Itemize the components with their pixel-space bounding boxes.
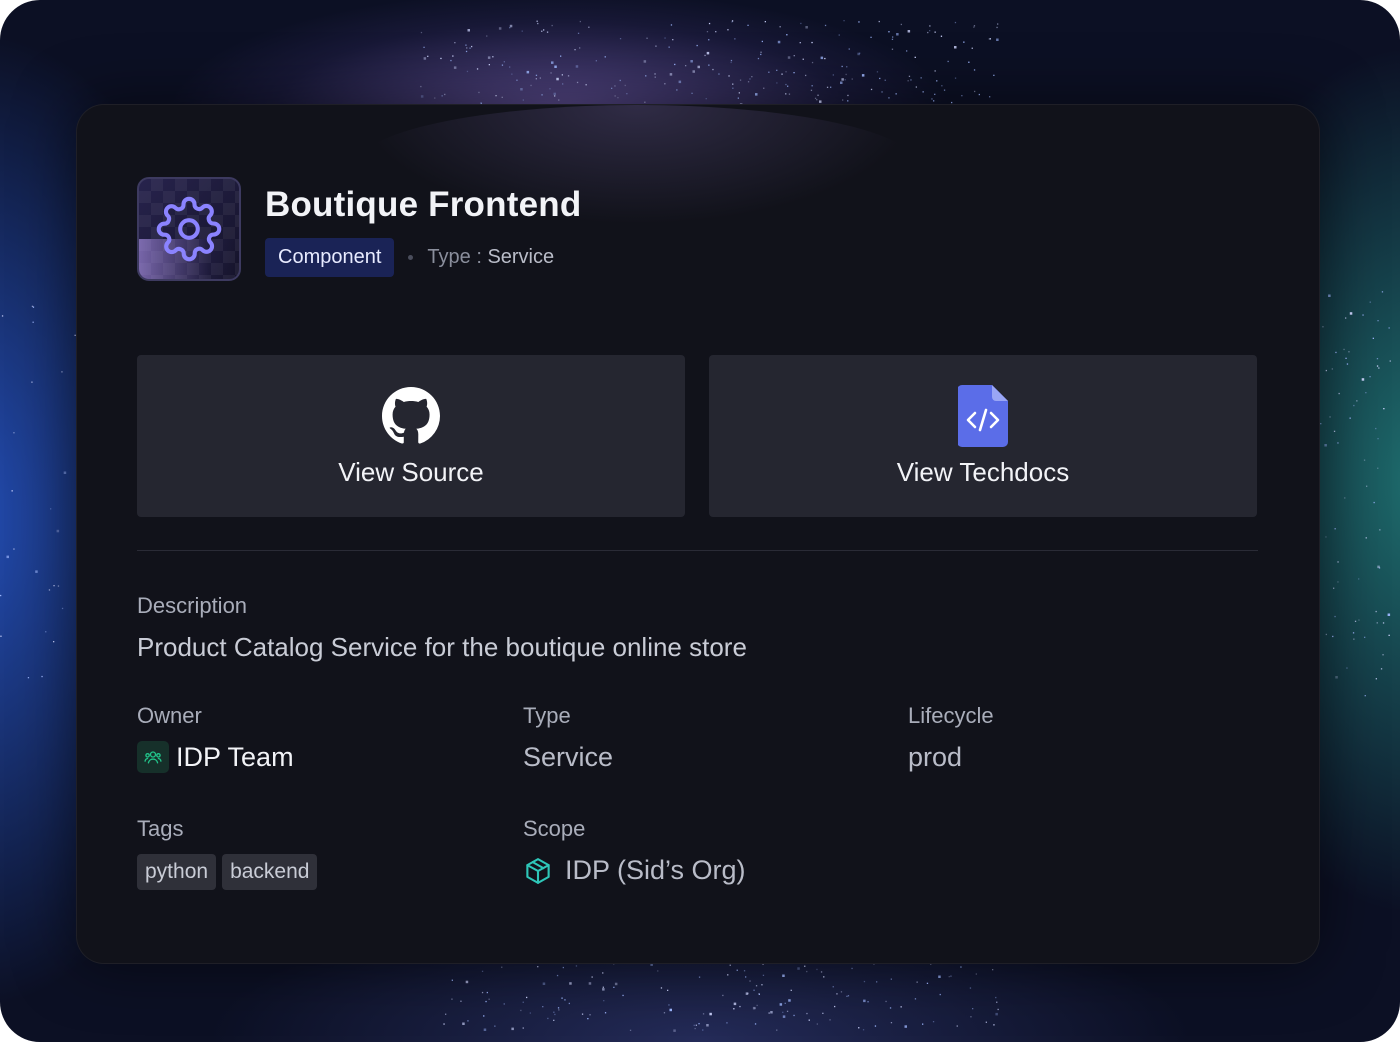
cube-icon xyxy=(526,857,550,884)
type-value: Service xyxy=(487,246,555,268)
type-label: Type xyxy=(523,703,571,728)
scope-value[interactable]: IDP (Sid’s Org) xyxy=(523,855,746,886)
type-prefix: Type : xyxy=(427,246,488,268)
view-source-label: View Source xyxy=(338,457,484,487)
action-buttons: View Source View Techdocs xyxy=(137,355,1257,517)
entity-meta: Component Type : Service xyxy=(265,238,581,277)
type-field-value: Service xyxy=(523,742,614,772)
description-text: Product Catalog Service for the boutique… xyxy=(137,632,747,662)
team-icon xyxy=(137,741,169,773)
tags-list: python backend xyxy=(137,854,318,890)
scope-name: IDP (Sid’s Org) xyxy=(565,855,746,885)
entity-header: Boutique Frontend Component Type : Servi… xyxy=(137,177,581,281)
kind-badge: Component xyxy=(265,238,395,277)
section-divider xyxy=(137,550,1258,551)
gear-icon xyxy=(156,196,222,262)
background-frame: Boutique Frontend Component Type : Servi… xyxy=(0,0,1400,1042)
tags-label: Tags xyxy=(137,816,184,841)
tag-python[interactable]: python xyxy=(137,854,217,890)
owner-value[interactable]: IDP Team xyxy=(137,741,294,773)
entity-card: Boutique Frontend Component Type : Servi… xyxy=(76,104,1320,964)
view-source-button[interactable]: View Source xyxy=(137,355,685,517)
owner-name: IDP Team xyxy=(176,741,294,772)
tag-backend[interactable]: backend xyxy=(222,854,318,890)
separator-dot xyxy=(408,255,414,260)
view-techdocs-label: View Techdocs xyxy=(896,457,1070,487)
description-label: Description xyxy=(137,593,248,618)
entity-type: Type : Service xyxy=(427,246,554,269)
scope-label: Scope xyxy=(523,816,586,841)
github-icon xyxy=(382,387,440,444)
entity-logo xyxy=(137,177,241,281)
entity-title: Boutique Frontend xyxy=(265,185,582,224)
view-techdocs-button[interactable]: View Techdocs xyxy=(709,355,1257,517)
owner-label: Owner xyxy=(137,703,202,728)
title-block: Boutique Frontend Component Type : Servi… xyxy=(265,177,581,281)
lifecycle-value: prod xyxy=(908,742,963,772)
techdocs-file-code-icon xyxy=(958,385,1008,447)
lifecycle-label: Lifecycle xyxy=(908,703,994,728)
